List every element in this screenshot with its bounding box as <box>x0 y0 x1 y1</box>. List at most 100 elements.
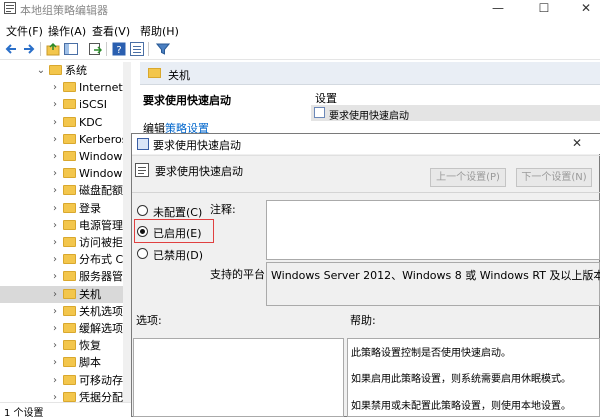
platform-text: Windows Server 2012、Windows 8 或 Windows … <box>271 269 600 282</box>
filter-icon[interactable] <box>156 42 170 56</box>
tree-item[interactable]: › Windows <box>0 165 128 182</box>
folder-icon <box>63 202 76 213</box>
folder-icon <box>63 82 76 93</box>
close-button[interactable]: ✕ <box>566 0 600 18</box>
app-icon <box>4 2 16 14</box>
tree-item[interactable]: › 可移动存储 <box>0 372 131 389</box>
show-hide-tree-icon[interactable] <box>64 42 78 56</box>
tree-item-label: 缓解选项 <box>79 322 123 335</box>
tree-item[interactable]: › 脚本 <box>0 354 123 371</box>
back-arrow-icon[interactable] <box>4 42 18 56</box>
chevron-right-icon[interactable]: › <box>50 234 60 251</box>
folder-icon <box>63 271 76 282</box>
dialog-policy-name: 要求使用快速启动 <box>155 165 243 178</box>
chevron-right-icon[interactable]: › <box>50 389 60 402</box>
tree-item[interactable]: › 缓解选项 <box>0 320 123 337</box>
tree-item[interactable]: › 电源管理 <box>0 217 123 234</box>
previous-setting-button[interactable]: 上一个设置(P) <box>430 168 506 187</box>
menu-file[interactable]: 文件(F) <box>6 23 43 39</box>
chevron-right-icon[interactable]: › <box>50 96 60 113</box>
menu-bar <box>0 20 600 38</box>
divider <box>132 192 600 193</box>
up-folder-icon[interactable] <box>46 42 60 56</box>
chevron-right-icon[interactable]: › <box>50 303 60 320</box>
tree-item[interactable]: › 关机选项 <box>0 303 123 320</box>
tree-item[interactable]: › 访问被拒绝 <box>0 234 131 251</box>
toolbar-separator <box>148 42 149 56</box>
chevron-right-icon[interactable]: › <box>50 337 60 354</box>
tree-item[interactable]: › KDC <box>0 114 123 131</box>
tree-item[interactable]: › 凭据分配 <box>0 389 123 402</box>
chevron-right-icon[interactable]: › <box>50 372 60 389</box>
tree-item[interactable]: › 服务器管理 <box>0 268 131 285</box>
chevron-right-icon[interactable]: › <box>50 148 60 165</box>
policy-setting-icon <box>314 107 325 118</box>
folder-icon <box>63 288 76 299</box>
next-setting-button[interactable]: 下一个设置(N) <box>516 168 592 187</box>
policy-pane-title: 关机 <box>168 69 190 82</box>
folder-icon <box>63 168 76 179</box>
help-text-line: 如果启用此策略设置，则系统需要启用休眠模式。 <box>351 374 571 385</box>
comment-label: 注释: <box>210 203 236 216</box>
chevron-right-icon[interactable]: › <box>50 217 60 234</box>
chevron-right-icon[interactable]: › <box>50 251 60 268</box>
tree-item-label: iSCSI <box>79 98 107 112</box>
tree-item[interactable]: › iSCSI <box>0 96 123 113</box>
menu-help[interactable]: 帮助(H) <box>140 23 179 39</box>
folder-icon <box>63 391 76 402</box>
tree-item[interactable]: › 分布式 CO <box>0 251 131 268</box>
folder-icon <box>63 254 76 265</box>
options-label: 选项: <box>136 314 162 327</box>
radio-circle[interactable] <box>137 205 148 216</box>
tree-scrollbar[interactable] <box>123 62 131 402</box>
radio-circle[interactable] <box>137 248 148 259</box>
divider <box>132 155 600 156</box>
help-icon[interactable]: ? <box>112 42 126 56</box>
chevron-right-icon[interactable]: › <box>50 320 60 337</box>
tree-item[interactable]: › 登录 <box>0 200 123 217</box>
tree-item[interactable]: › Windows <box>0 148 128 165</box>
chevron-right-icon[interactable]: › <box>50 114 60 131</box>
chevron-right-icon[interactable]: › <box>50 131 60 148</box>
chevron-right-icon[interactable]: › <box>50 182 60 199</box>
chevron-right-icon[interactable]: › <box>50 268 60 285</box>
tree-pane: ⌄系统›Internet 通›iSCSI›KDC›Kerberos›Window… <box>0 62 131 402</box>
maximize-button[interactable]: ☐ <box>524 0 564 18</box>
dialog-close-button[interactable]: ✕ <box>572 136 582 150</box>
tree-item[interactable]: ›Internet 通 <box>0 79 131 96</box>
folder-icon <box>49 65 62 75</box>
tree-item[interactable]: › Kerberos <box>0 131 127 148</box>
comment-textarea[interactable] <box>266 200 600 260</box>
export-list-icon[interactable] <box>88 42 102 56</box>
chevron-down-icon[interactable]: ⌄ <box>36 62 46 79</box>
folder-icon <box>63 323 76 333</box>
platform-label: 支持的平台: <box>210 268 269 281</box>
chevron-right-icon[interactable]: › <box>50 200 60 217</box>
tree-item[interactable]: ⌄ 系统 <box>0 62 123 79</box>
policy-icon <box>137 138 149 150</box>
tree-item-label: 关机选项 <box>79 304 123 318</box>
tree-item-label: 凭据分配 <box>79 390 123 402</box>
settings-row-label: 要求使用快速启动 <box>329 111 409 122</box>
radio-label: 未配置(C) <box>153 206 203 219</box>
chevron-right-icon[interactable]: › <box>50 354 60 371</box>
properties-icon[interactable] <box>130 42 144 56</box>
forward-arrow-icon[interactable] <box>22 42 36 56</box>
folder-icon <box>63 357 76 368</box>
tree-item-label: 系统 <box>65 64 87 77</box>
chevron-right-icon[interactable]: › <box>50 165 60 182</box>
folder-icon <box>63 133 76 144</box>
menu-action[interactable]: 操作(A) <box>48 23 86 39</box>
menu-view[interactable]: 查看(V) <box>92 23 130 39</box>
chevron-right-icon[interactable]: › <box>50 286 60 303</box>
chevron-right-icon[interactable]: › <box>50 79 60 96</box>
radio-label: 已禁用(D) <box>153 249 204 262</box>
help-text-line: 如果禁用或未配置此策略设置，则使用本地设置。 <box>351 401 571 412</box>
tree-item[interactable]: › 恢复 <box>0 337 123 354</box>
tree-item-label: 脚本 <box>79 356 101 370</box>
tree-item[interactable]: › 磁盘配额 <box>0 182 123 199</box>
tree-item-label: 磁盘配额 <box>79 184 123 198</box>
minimize-button[interactable]: — <box>478 0 518 18</box>
settings-column-header[interactable]: 设置 <box>315 90 337 106</box>
tree-item[interactable]: › 关机 <box>0 285 123 303</box>
